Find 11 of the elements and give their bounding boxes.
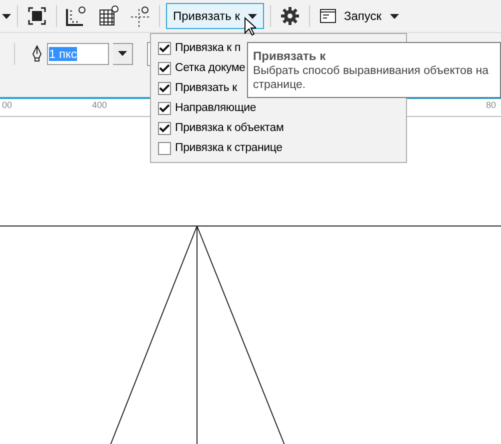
tooltip-text: Выбрать способ выравнивания объектов на странице. — [253, 64, 490, 92]
ruler-label: 00 — [2, 100, 12, 110]
menu-item-label: Привязка к п — [175, 42, 240, 54]
menu-item-label: Привязка к объектам — [175, 122, 284, 134]
tooltip-title: Привязать к — [253, 49, 327, 63]
ruler-label: 80 — [486, 100, 496, 110]
ruler-label: 400 — [92, 100, 108, 110]
menu-item-label: Привязать к — [175, 82, 237, 94]
menu-item-label: Направляющие — [175, 102, 256, 114]
menu-item-label: Привязка к странице — [175, 142, 282, 154]
menu-item-label: Сетка докуме — [175, 62, 246, 74]
